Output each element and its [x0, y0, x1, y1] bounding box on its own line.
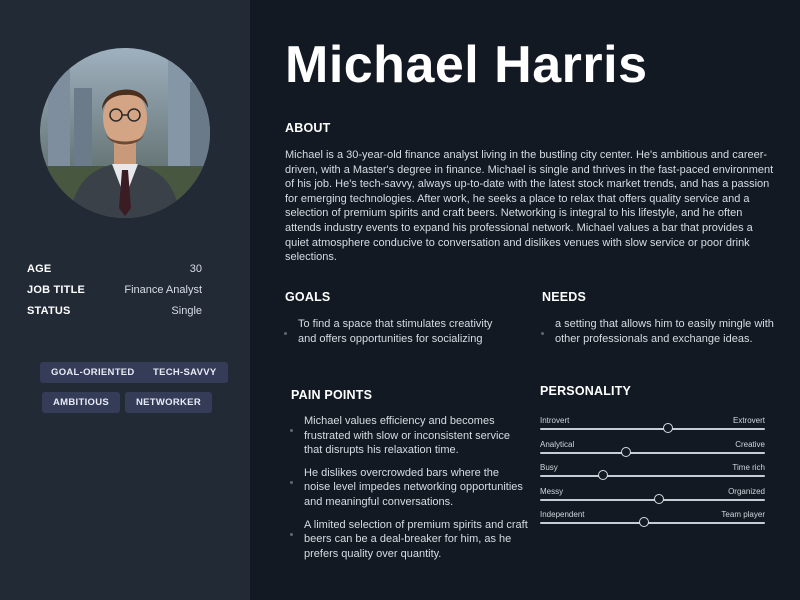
list-item: A limited selection of premium spirits a… — [288, 518, 528, 562]
avatar — [40, 48, 210, 218]
goals-heading: GOALS — [285, 290, 331, 304]
tag-goal-oriented: GOAL-ORIENTED — [40, 362, 146, 383]
fact-age: AGE 30 — [27, 258, 202, 279]
persona-name: Michael Harris — [285, 36, 648, 94]
list-item: Michael values efficiency and becomes fr… — [288, 414, 528, 458]
slider-knob — [654, 493, 665, 504]
trait-slider: Analytical Creative — [540, 440, 765, 464]
fact-value: Single — [171, 304, 202, 317]
trait-left-label: Independent — [540, 510, 585, 519]
slider-track — [540, 522, 765, 524]
trait-right-label: Team player — [721, 510, 765, 519]
trait-left-label: Messy — [540, 486, 564, 496]
pain-points-heading: PAIN POINTS — [291, 388, 373, 402]
fact-job-title: JOB TITLE Finance Analyst — [27, 279, 202, 300]
slider-knob — [663, 423, 674, 433]
persona-facts: AGE 30 JOB TITLE Finance Analyst STATUS … — [27, 258, 202, 321]
slider-track — [540, 498, 765, 501]
slider-track — [540, 451, 765, 454]
slider-track — [540, 475, 765, 477]
about-heading: ABOUT — [285, 121, 331, 135]
trait-slider: Independent Team player — [540, 510, 765, 534]
personality-sliders: Introvert Extrovert Analytical Creative … — [540, 416, 765, 534]
trait-right-label: Time rich — [732, 463, 765, 472]
trait-right-label: Creative — [735, 439, 765, 449]
list-item: He dislikes overcrowded bars where the n… — [288, 466, 528, 510]
trait-slider: Busy Time rich — [540, 463, 765, 487]
tag-networker: NETWORKER — [125, 392, 212, 413]
personality-heading: PERSONALITY — [540, 384, 632, 398]
slider-track — [540, 428, 765, 430]
fact-label: JOB TITLE — [27, 283, 86, 296]
tag-tech-savvy: TECH-SAVVY — [142, 362, 228, 383]
goals-list: To find a space that stimulates creativi… — [282, 317, 512, 354]
trait-left-label: Analytical — [540, 439, 575, 449]
slider-knob — [620, 446, 631, 457]
profile-sidebar: AGE 30 JOB TITLE Finance Analyst STATUS … — [0, 0, 250, 600]
trait-slider: Messy Organized — [540, 487, 765, 511]
pain-points-list: Michael values efficiency and becomes fr… — [288, 414, 528, 569]
fact-label: STATUS — [27, 304, 71, 317]
slider-knob — [638, 517, 649, 527]
needs-list: a setting that allows him to easily ming… — [539, 317, 775, 354]
slider-knob — [598, 470, 608, 480]
list-item: a setting that allows him to easily ming… — [539, 317, 775, 346]
tag-ambitious: AMBITIOUS — [42, 392, 121, 413]
list-item: To find a space that stimulates creativi… — [282, 317, 512, 346]
trait-left-label: Busy — [540, 463, 558, 472]
trait-right-label: Organized — [728, 486, 765, 496]
profile-photo-icon — [40, 48, 210, 218]
needs-heading: NEEDS — [542, 290, 587, 304]
trait-left-label: Introvert — [540, 416, 570, 425]
trait-right-label: Extrovert — [732, 416, 765, 425]
trait-slider: Introvert Extrovert — [540, 416, 765, 440]
fact-status: STATUS Single — [27, 300, 202, 321]
fact-value: Finance Analyst — [124, 283, 202, 296]
about-text: Michael is a 30-year-old finance analyst… — [285, 149, 774, 264]
fact-label: AGE — [27, 262, 52, 275]
fact-value: 30 — [189, 262, 202, 275]
